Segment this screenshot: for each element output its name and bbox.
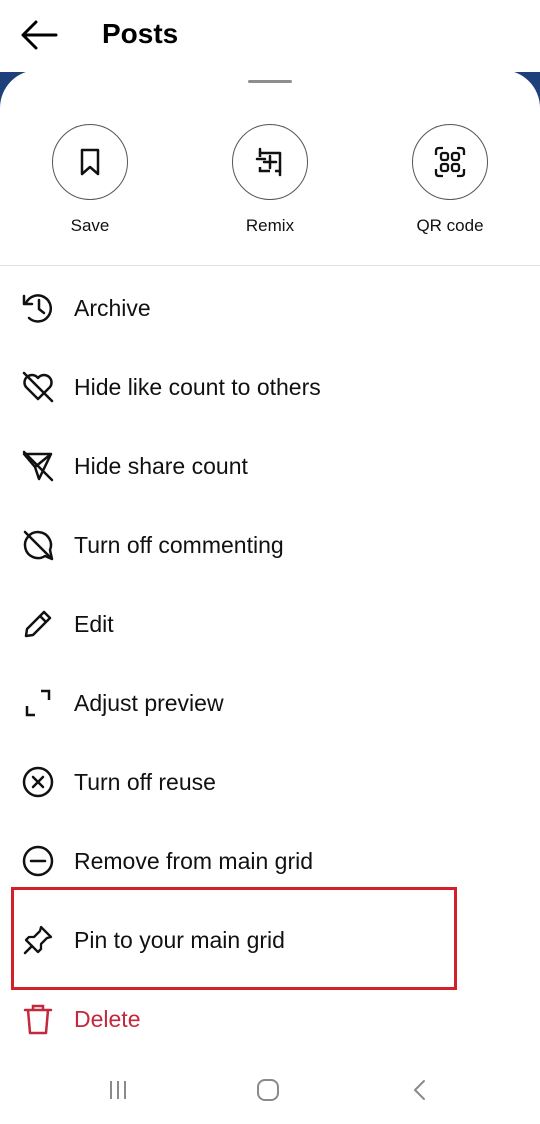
- menu-item-turn-off-reuse[interactable]: Turn off reuse: [0, 742, 540, 821]
- menu-item-label: Archive: [74, 294, 151, 321]
- archive-icon: [20, 290, 56, 326]
- menu-item-turn-off-commenting[interactable]: Turn off commenting: [0, 505, 540, 584]
- menu-item-label: Edit: [74, 610, 114, 637]
- recent-apps-icon[interactable]: [98, 1074, 138, 1106]
- menu-item-archive[interactable]: Archive: [0, 268, 540, 347]
- menu-item-label: Remove from main grid: [74, 847, 314, 874]
- remix-label: Remix: [245, 216, 295, 235]
- save-button[interactable]: Save: [30, 124, 150, 236]
- menu-item-label: Adjust preview: [74, 689, 224, 716]
- menu-item-pin-to-main-grid[interactable]: Pin to your main grid: [0, 900, 540, 979]
- menu-item-label: Turn off commenting: [74, 531, 284, 558]
- menu-item-label: Pin to your main grid: [74, 926, 285, 953]
- section-divider: [0, 265, 540, 266]
- remix-icon: [232, 124, 308, 200]
- qr-code-label: QR code: [416, 216, 484, 235]
- pin-icon: [20, 922, 56, 958]
- menu-item-edit[interactable]: Edit: [0, 584, 540, 663]
- qr-code-button[interactable]: QR code: [390, 124, 510, 236]
- menu-item-delete[interactable]: Delete: [0, 979, 540, 1058]
- menu-item-label: Turn off reuse: [74, 768, 216, 795]
- back-nav-icon[interactable]: [400, 1074, 440, 1106]
- back-arrow-icon[interactable]: [20, 18, 58, 52]
- system-nav-bar: [0, 1056, 540, 1124]
- menu-item-hide-share-count[interactable]: Hide share count: [0, 426, 540, 505]
- remix-button[interactable]: Remix: [210, 124, 330, 236]
- top-bar: Posts: [0, 0, 540, 72]
- hide-like-icon: [20, 369, 56, 405]
- drag-handle[interactable]: [248, 80, 292, 83]
- menu-item-adjust-preview[interactable]: Adjust preview: [0, 663, 540, 742]
- qr-code-icon: [412, 124, 488, 200]
- trash-icon: [20, 1001, 56, 1037]
- home-icon[interactable]: [248, 1074, 288, 1106]
- bookmark-icon: [52, 124, 128, 200]
- menu-item-label: Delete: [74, 1005, 141, 1032]
- menu-item-remove-from-main-grid[interactable]: Remove from main grid: [0, 821, 540, 900]
- circle-x-icon: [20, 764, 56, 800]
- circle-minus-icon: [20, 843, 56, 879]
- comment-off-icon: [20, 527, 56, 563]
- pencil-icon: [20, 606, 56, 642]
- menu-item-label: Hide like count to others: [74, 373, 321, 400]
- save-label: Save: [70, 216, 110, 235]
- menu-item-hide-like-count[interactable]: Hide like count to others: [0, 347, 540, 426]
- crop-icon: [20, 685, 56, 721]
- options-menu: Archive Hide like count to others Hide s…: [0, 268, 540, 1058]
- page-title: Posts: [102, 18, 179, 49]
- hide-share-icon: [20, 448, 56, 484]
- menu-item-label: Hide share count: [74, 452, 248, 479]
